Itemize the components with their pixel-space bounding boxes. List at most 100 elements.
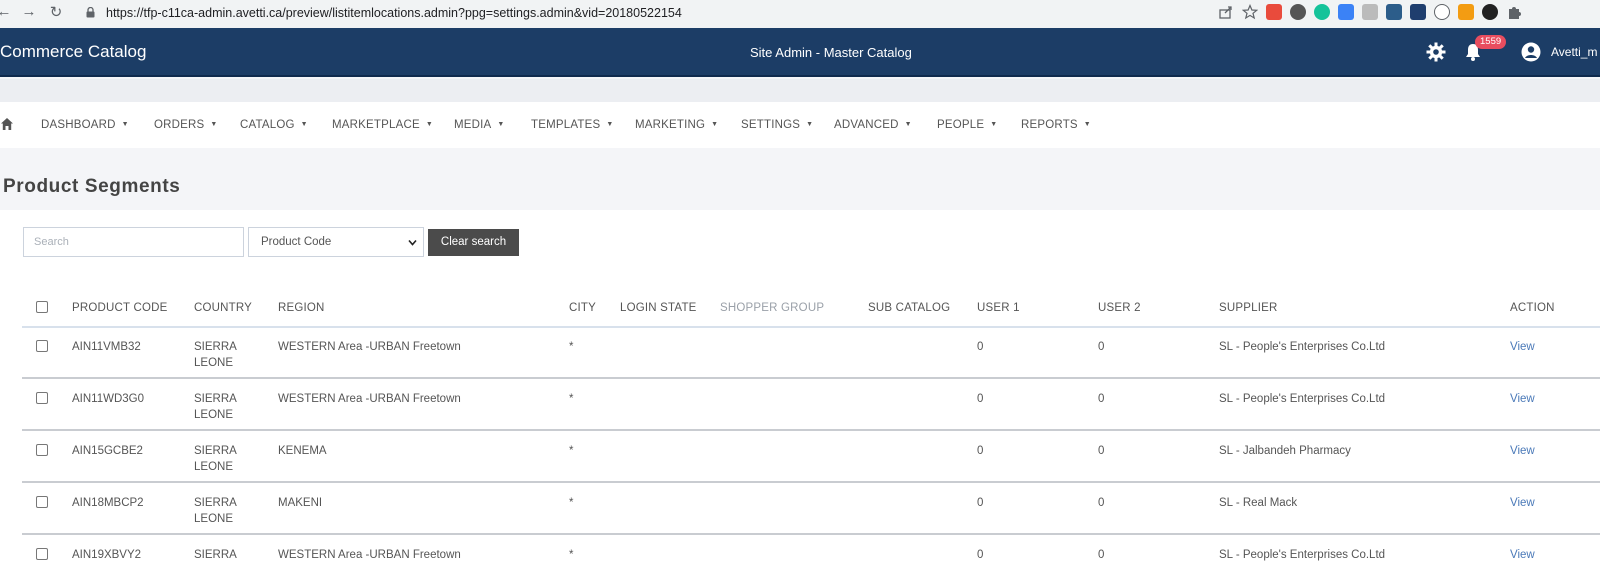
column-header-shopper-group[interactable]: SHOPPER GROUP [720,302,824,314]
row-divider [22,481,1600,483]
search-field-select[interactable]: Product Code [248,227,424,257]
menu-item-media[interactable]: MEDIA ▼ [454,119,505,131]
menu-item-catalog[interactable]: CATALOG ▼ [240,119,308,131]
extension-icon[interactable] [1338,4,1354,20]
menu-item-marketing[interactable]: MARKETING ▼ [635,119,718,131]
cell-product-code: AIN11WD3G0 [72,393,145,405]
extension-icon[interactable] [1386,4,1402,20]
url-text: https://tfp-c11ca-admin.avetti.ca/previe… [106,6,682,20]
menu-item-people[interactable]: PEOPLE ▼ [937,119,997,131]
address-bar[interactable]: https://tfp-c11ca-admin.avetti.ca/previe… [76,2,1276,24]
clear-search-button[interactable]: Clear search [428,229,519,256]
brand-title[interactable]: Commerce Catalog [0,42,146,62]
chevron-down-icon [408,239,417,246]
browser-toolbar: ← → ↻ https://tfp-c11ca-admin.avetti.ca/… [0,0,1600,28]
cell-city: * [569,549,574,561]
cell-user-1: 0 [977,393,984,405]
row-checkbox[interactable] [36,548,48,560]
column-header-city[interactable]: CITY [569,302,596,314]
column-header-action: ACTION [1510,302,1555,314]
cell-supplier: SL - People's Enterprises Co.Ltd [1219,341,1386,353]
cell-user-1: 0 [977,445,984,457]
cell-country: SIERRA [194,549,237,561]
app-header: Commerce Catalog Site Admin - Master Cat… [0,28,1600,77]
cell-product-code: AIN15GCBE2 [72,445,143,457]
column-header-product-code[interactable]: PRODUCT CODE [72,302,167,314]
menu-item-advanced[interactable]: ADVANCED ▼ [834,119,912,131]
cell-user-2: 0 [1098,445,1105,457]
view-link[interactable]: View [1510,495,1535,511]
view-link[interactable]: View [1510,443,1535,459]
extension-icon[interactable] [1434,4,1450,20]
row-checkbox[interactable] [36,444,48,456]
extension-icon[interactable] [1314,4,1330,20]
share-icon[interactable] [1218,4,1234,20]
cell-city: * [569,341,574,353]
column-header-region[interactable]: REGION [278,302,325,314]
cell-country: SIERRA LEONE [194,393,237,421]
cell-product-code: AIN11VMB32 [72,341,141,353]
cell-region: KENEMA [278,445,327,457]
cell-product-code: AIN19XBVY2 [72,549,142,561]
cell-user-2: 0 [1098,549,1105,561]
forward-icon[interactable]: → [19,3,39,20]
select-all-checkbox[interactable] [36,301,48,313]
cell-supplier: SL - Jalbandeh Pharmacy [1219,445,1351,457]
cell-user-2: 0 [1098,341,1105,353]
cell-city: * [569,445,574,457]
cell-supplier: SL - People's Enterprises Co.Ltd [1219,549,1386,561]
back-icon[interactable]: ← [0,3,14,20]
column-header-sub-catalog[interactable]: SUB CATALOG [868,302,950,314]
column-header-user-1[interactable]: USER 1 [977,302,1020,314]
column-header-country[interactable]: COUNTRY [194,302,252,314]
reload-icon[interactable]: ↻ [46,3,66,21]
cell-product-code: AIN18MBCP2 [72,497,144,509]
extension-icon[interactable] [1458,4,1474,20]
cell-city: * [569,497,574,509]
cell-supplier: SL - People's Enterprises Co.Ltd [1219,393,1386,405]
menu-item-reports[interactable]: REPORTS ▼ [1021,119,1091,131]
column-header-user-2[interactable]: USER 2 [1098,302,1141,314]
menu-item-orders[interactable]: ORDERS ▼ [154,119,218,131]
view-link[interactable]: View [1510,339,1535,355]
extension-tray [1218,4,1522,20]
extension-icon[interactable] [1266,4,1282,20]
user-avatar-icon[interactable] [1521,42,1541,62]
menu-item-settings[interactable]: SETTINGS ▼ [741,119,813,131]
cell-region: WESTERN Area -URBAN Freetown [278,549,461,561]
cell-country: SIERRA LEONE [194,341,237,369]
cell-city: * [569,393,574,405]
header-spacer [0,79,1600,102]
table-header-divider [22,326,1600,328]
main-menu: DASHBOARD ▼ ORDERS ▼ CATALOG ▼ MARKETPLACE ▼… [0,102,1600,148]
view-link[interactable]: View [1510,391,1535,407]
row-checkbox[interactable] [36,392,48,404]
cell-user-1: 0 [977,341,984,353]
row-checkbox[interactable] [36,496,48,508]
star-icon[interactable] [1242,4,1258,20]
cell-region: MAKENI [278,497,323,509]
view-link[interactable]: View [1510,547,1535,563]
column-header-login-state[interactable]: LOGIN STATE [620,302,697,314]
cell-country: SIERRA LEONE [194,497,237,525]
menu-item-dashboard[interactable]: DASHBOARD ▼ [41,119,129,131]
extension-icon[interactable] [1290,4,1306,20]
extension-icon[interactable] [1410,4,1426,20]
gear-icon[interactable] [1426,42,1446,62]
puzzle-icon[interactable] [1506,4,1522,20]
row-checkbox[interactable] [36,340,48,352]
home-icon[interactable] [0,117,14,131]
column-header-supplier[interactable]: SUPPLIER [1219,302,1277,314]
user-name[interactable]: Avetti_m [1551,45,1597,59]
cell-user-1: 0 [977,497,984,509]
row-divider [22,429,1600,431]
lock-icon [86,7,95,18]
cell-country: SIERRA LEONE [194,445,237,473]
menu-item-marketplace[interactable]: MARKETPLACE ▼ [332,119,433,131]
search-input[interactable] [23,227,244,257]
menu-item-templates[interactable]: TEMPLATES ▼ [531,119,613,131]
cell-supplier: SL - Real Mack [1219,497,1298,509]
extension-icon[interactable] [1482,4,1498,20]
select-value: Product Code [261,236,332,248]
extension-icon[interactable] [1362,4,1378,20]
